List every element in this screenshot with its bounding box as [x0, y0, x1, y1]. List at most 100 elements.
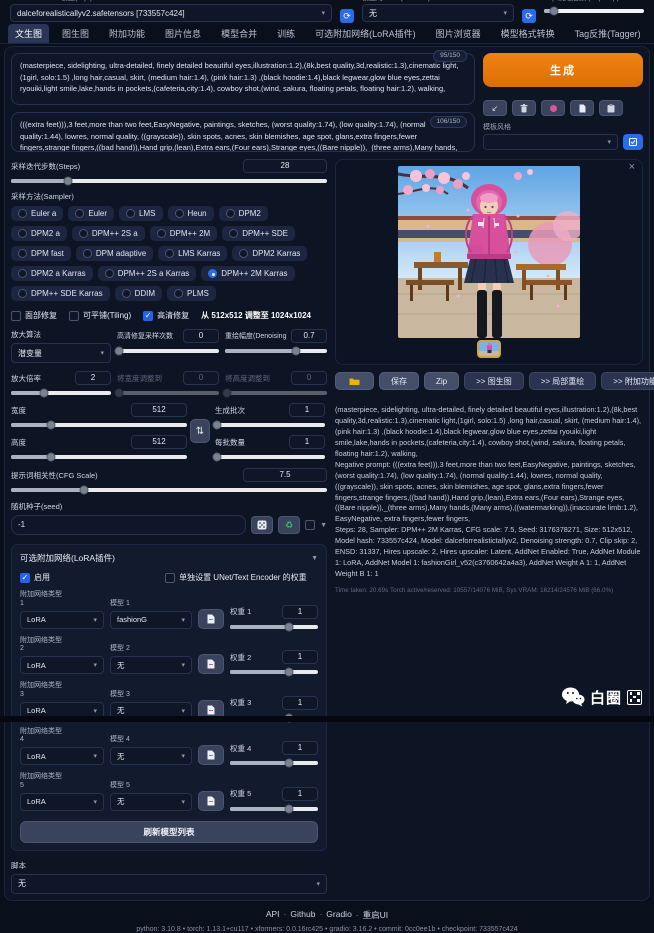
slider-thumb[interactable] — [292, 347, 301, 356]
sampler-option[interactable]: Euler — [68, 206, 114, 221]
seed-input[interactable]: -1 — [11, 515, 246, 535]
lora-model-select[interactable]: 无▾ — [110, 656, 192, 674]
generated-image[interactable] — [398, 166, 580, 338]
tab-tagger[interactable]: Tag反推(Tagger) — [568, 24, 648, 43]
lora-model-select[interactable]: 无▾ — [110, 747, 192, 765]
seed-extra-checkbox[interactable] — [305, 520, 315, 530]
height-value[interactable]: 512 — [131, 435, 187, 449]
tab-txt2img[interactable]: 文生图 — [8, 24, 49, 43]
model-select[interactable]: dalceforealisticallyv2.safetensors [7335… — [10, 4, 332, 22]
lora-weight-value[interactable]: 1 — [282, 650, 318, 664]
lora-weight-value[interactable]: 1 — [282, 696, 318, 710]
apply-style-button[interactable] — [570, 100, 594, 116]
gallery-thumbnail[interactable] — [477, 340, 501, 358]
sampler-option[interactable]: DPM fast — [11, 246, 71, 261]
send-to-img2img-button[interactable]: >> 图生图 — [464, 372, 524, 390]
tiling-checkbox[interactable]: 可平铺(Tiling) — [69, 310, 131, 321]
upscaler-select[interactable]: 潜变量 ▾ — [11, 343, 111, 363]
tab-image-browser[interactable]: 图片浏览器 — [429, 24, 488, 43]
sampler-option[interactable]: DPM2 a — [11, 226, 67, 241]
lora-weight-value[interactable]: 1 — [282, 741, 318, 755]
prompt-input[interactable]: (masterpiece, sidelighting, ultra-detail… — [11, 53, 475, 105]
tab-img2img[interactable]: 图生图 — [55, 24, 96, 43]
save-button[interactable]: 保存 — [379, 372, 419, 390]
hires-steps-value[interactable]: 0 — [183, 329, 219, 343]
footer-link-gradio[interactable]: Gradio — [319, 909, 351, 921]
tab-train[interactable]: 训练 — [270, 24, 302, 43]
lora-model-select[interactable]: 无▾ — [110, 793, 192, 811]
sampler-option[interactable]: DPM2 a Karras — [11, 266, 93, 281]
slider-thumb[interactable] — [284, 804, 293, 813]
batch-count-value[interactable]: 1 — [289, 403, 325, 417]
slider-thumb[interactable] — [79, 486, 88, 495]
lora-model-select[interactable]: fashionG▾ — [110, 611, 192, 629]
tab-additional-networks[interactable]: 可选附加网络(LoRA插件) — [308, 24, 423, 43]
save-style-button[interactable] — [599, 100, 623, 116]
upscale-by-value[interactable]: 2 — [75, 371, 111, 385]
read-params-button[interactable]: ↙ — [483, 100, 507, 116]
script-select[interactable]: 无 ▾ — [11, 874, 327, 894]
random-seed-button[interactable] — [251, 516, 273, 534]
close-icon[interactable]: × — [629, 161, 635, 173]
tab-png-info[interactable]: 图片信息 — [158, 24, 208, 43]
refresh-vae-button[interactable]: ⟳ — [522, 9, 536, 23]
lora-weight-value[interactable]: 1 — [282, 787, 318, 801]
tab-checkpoint-merger[interactable]: 模型合并 — [214, 24, 264, 43]
generate-button[interactable]: 生成 — [483, 53, 643, 87]
tab-model-converter[interactable]: 模型格式转换 — [494, 24, 562, 43]
clip-skip-slider[interactable] — [544, 9, 644, 13]
lora-type-select[interactable]: LoRA▾ — [20, 656, 104, 674]
send-to-extras-button[interactable]: >> 附加功能 — [601, 372, 654, 390]
sampler-option[interactable]: LMS Karras — [158, 246, 227, 261]
extra-networks-button[interactable] — [541, 100, 565, 116]
lora-model-file-button[interactable] — [198, 654, 224, 674]
sampler-option[interactable]: Euler a — [11, 206, 63, 221]
footer-link-api[interactable]: API — [266, 909, 280, 921]
sampler-option[interactable]: DPM++ SDE — [222, 226, 295, 241]
tab-extras[interactable]: 附加功能 — [102, 24, 152, 43]
send-to-inpaint-button[interactable]: >> 局部重绘 — [529, 372, 597, 390]
lora-model-file-button[interactable] — [198, 791, 224, 811]
swap-dimensions-button[interactable]: ⇅ — [190, 419, 210, 443]
vae-select[interactable]: 无 ▾ — [362, 4, 514, 22]
sampler-option[interactable]: Heun — [168, 206, 214, 221]
cfg-value[interactable]: 7.5 — [243, 468, 327, 482]
denoising-value[interactable]: 0.7 — [291, 329, 327, 343]
sampler-option[interactable]: DPM++ 2M — [150, 226, 217, 241]
hires-fix-checkbox[interactable]: ✓ 高清修复 — [143, 310, 189, 321]
steps-value[interactable]: 28 — [243, 159, 327, 173]
footer-link-github[interactable]: Github — [284, 909, 316, 921]
lora-model-file-button[interactable] — [198, 609, 224, 629]
lora-type-select[interactable]: LoRA▾ — [20, 611, 104, 629]
width-value[interactable]: 512 — [131, 403, 187, 417]
clear-prompt-button[interactable] — [512, 100, 536, 116]
lora-type-select[interactable]: LoRA▾ — [20, 793, 104, 811]
sampler-option[interactable]: DPM++ 2S a — [72, 226, 145, 241]
slider-thumb[interactable] — [40, 389, 49, 398]
style-select[interactable]: ▾ — [483, 134, 618, 150]
slider-thumb[interactable] — [284, 759, 293, 768]
lora-separate-weights-checkbox[interactable]: 单独设置 UNet/Text Encoder 的权重 — [165, 572, 307, 583]
refresh-model-button[interactable]: ⟳ — [340, 9, 354, 23]
slider-thumb[interactable] — [63, 177, 72, 186]
reuse-seed-button[interactable]: ♻ — [278, 516, 300, 534]
restore-faces-checkbox[interactable]: 面部修复 — [11, 310, 57, 321]
slider-thumb[interactable] — [47, 453, 56, 462]
lora-weight-value[interactable]: 1 — [282, 605, 318, 619]
sampler-option[interactable]: DPM++ SDE Karras — [11, 286, 110, 301]
slider-thumb[interactable] — [284, 668, 293, 677]
apply-selected-style-button[interactable] — [623, 134, 643, 150]
slider-thumb[interactable] — [213, 453, 222, 462]
slider-thumb[interactable] — [550, 7, 559, 16]
sampler-option[interactable]: DDIM — [115, 286, 162, 301]
sampler-option[interactable]: DPM adaptive — [76, 246, 153, 261]
lora-type-select[interactable]: LoRA▾ — [20, 747, 104, 765]
refresh-models-button[interactable]: 刷新模型列表 — [20, 821, 318, 843]
open-folder-button[interactable] — [335, 372, 374, 390]
chevron-down-icon[interactable]: ▼ — [320, 522, 327, 529]
collapse-icon[interactable]: ▼ — [311, 555, 318, 562]
sampler-option[interactable]: DPM2 Karras — [232, 246, 307, 261]
zip-button[interactable]: Zip — [424, 372, 459, 390]
negative-prompt-input[interactable]: (((extra feet))),3 feet,more than two fe… — [11, 112, 475, 152]
footer-link-reload-ui[interactable]: 重启UI — [356, 909, 388, 921]
